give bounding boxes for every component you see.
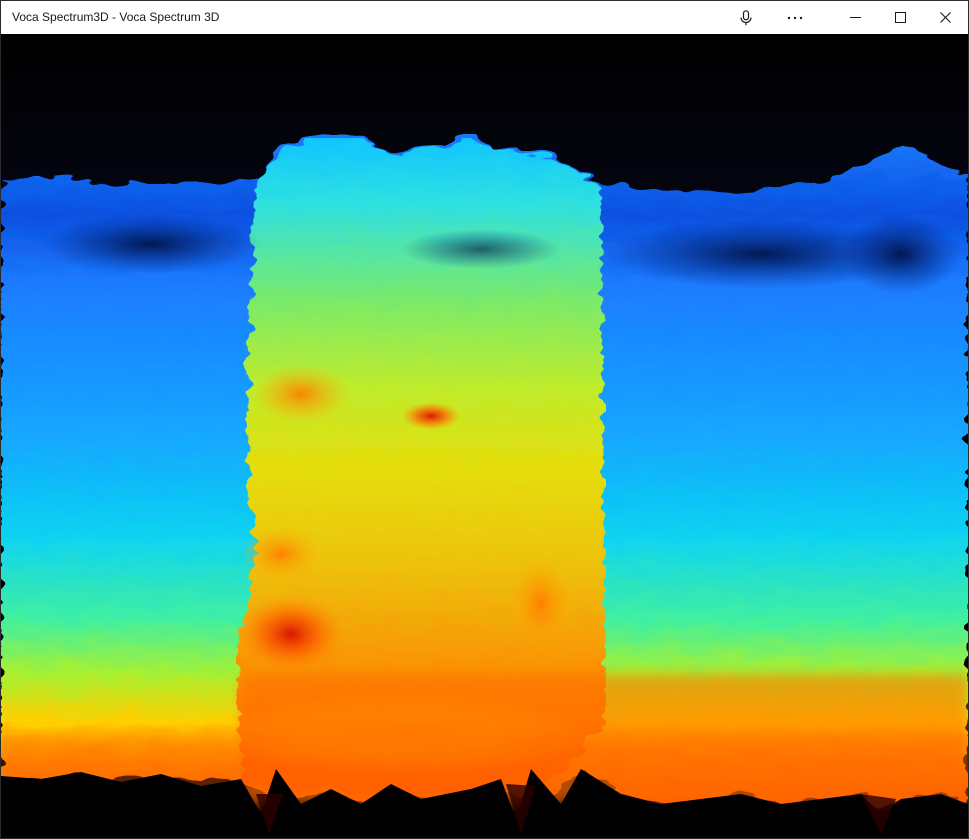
maximize-button[interactable] <box>877 1 923 34</box>
microphone-icon <box>740 9 752 26</box>
spectrum-3d-view[interactable] <box>1 34 968 838</box>
more-options-button[interactable] <box>772 1 818 34</box>
window-title: Voca Spectrum3D - Voca Spectrum 3D <box>12 10 220 24</box>
minimize-icon <box>849 12 861 23</box>
spectrum-surface <box>1 34 968 838</box>
app-window: Voca Spectrum3D - Voca Spectrum 3D <box>0 0 969 839</box>
maximize-icon <box>894 12 906 23</box>
more-options-icon <box>787 16 803 20</box>
close-button[interactable] <box>922 1 968 34</box>
close-icon <box>939 12 951 23</box>
title-bar[interactable]: Voca Spectrum3D - Voca Spectrum 3D <box>1 1 968 34</box>
microphone-button[interactable] <box>723 1 769 34</box>
minimize-button[interactable] <box>832 1 878 34</box>
